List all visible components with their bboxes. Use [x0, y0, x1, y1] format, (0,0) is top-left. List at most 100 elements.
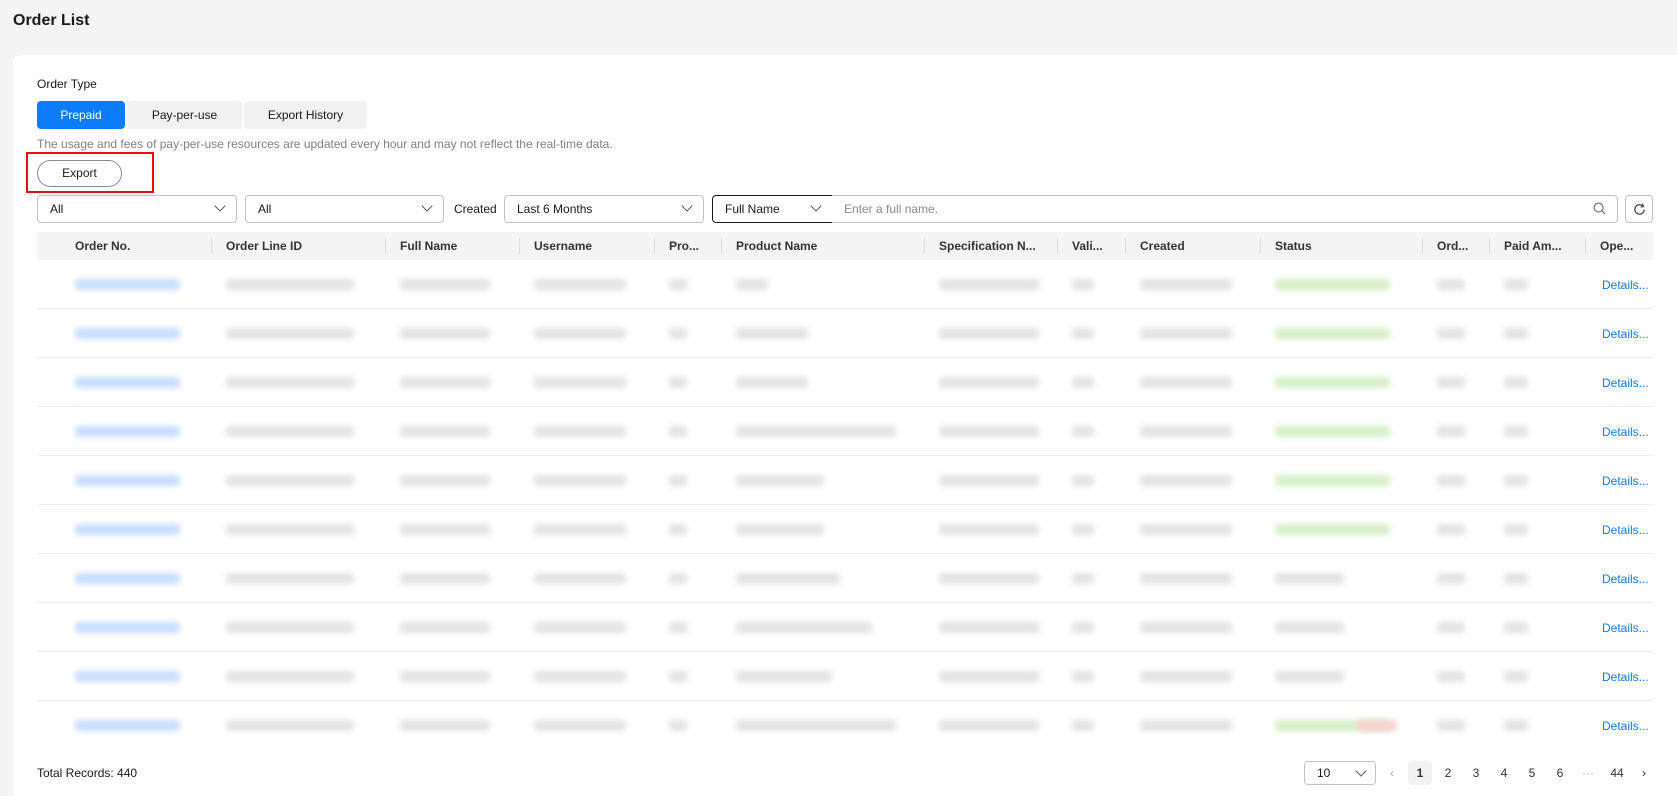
- col-specification[interactable]: Specification N...: [925, 232, 1058, 260]
- details-link[interactable]: Details...: [1602, 474, 1649, 488]
- tab-export-history[interactable]: Export History: [244, 101, 367, 129]
- redacted-cell: [939, 524, 1039, 535]
- page-4[interactable]: 4: [1492, 761, 1516, 785]
- redacted-cell: [939, 377, 1039, 388]
- col-created[interactable]: Created: [1126, 232, 1261, 260]
- redacted-cell: [736, 671, 832, 682]
- redacted-cell: [939, 622, 1039, 633]
- col-validity[interactable]: Vali...: [1058, 232, 1126, 260]
- filter-select-2[interactable]: All: [245, 195, 444, 223]
- page-6[interactable]: 6: [1548, 761, 1572, 785]
- redacted-cell: [1275, 328, 1390, 339]
- page-5[interactable]: 5: [1520, 761, 1544, 785]
- col-product-name[interactable]: Product Name: [722, 232, 925, 260]
- order-no-link[interactable]: [75, 573, 180, 584]
- tab-pay-per-use[interactable]: Pay-per-use: [127, 101, 242, 129]
- redacted-cell: [1072, 426, 1094, 437]
- order-no-link[interactable]: [75, 475, 180, 486]
- filter-select-1-value: All: [50, 202, 64, 216]
- export-button[interactable]: Export: [37, 160, 122, 187]
- col-username[interactable]: Username: [520, 232, 655, 260]
- order-no-link[interactable]: [75, 377, 180, 388]
- page-44[interactable]: 44: [1603, 761, 1631, 785]
- order-no-link[interactable]: [75, 671, 180, 682]
- order-no-link[interactable]: [75, 622, 180, 633]
- redacted-cell: [1072, 328, 1094, 339]
- order-no-link[interactable]: [75, 328, 180, 339]
- redacted-cell: [1437, 720, 1465, 731]
- tab-prepaid[interactable]: Prepaid: [37, 101, 125, 129]
- search-input[interactable]: [832, 195, 1618, 223]
- page-ellipsis[interactable]: ···: [1576, 761, 1600, 785]
- usage-notice: The usage and fees of pay-per-use resour…: [37, 137, 613, 151]
- redacted-cell: [400, 426, 490, 437]
- col-paid-amount[interactable]: Paid Am...: [1490, 232, 1586, 260]
- redacted-cell: [226, 279, 354, 290]
- order-no-link[interactable]: [75, 426, 180, 437]
- redacted-cell: [1140, 622, 1232, 633]
- order-no-link[interactable]: [75, 279, 180, 290]
- redacted-cell: [1140, 573, 1232, 584]
- filter-select-1[interactable]: All: [37, 195, 237, 223]
- col-full-name[interactable]: Full Name: [386, 232, 520, 260]
- redacted-cell: [1140, 475, 1232, 486]
- details-link[interactable]: Details...: [1602, 376, 1649, 390]
- table-row: Details...: [37, 701, 1653, 750]
- redacted-cell: [939, 328, 1039, 339]
- page-2[interactable]: 2: [1436, 761, 1460, 785]
- details-link[interactable]: Details...: [1602, 523, 1649, 537]
- details-link[interactable]: Details...: [1602, 425, 1649, 439]
- col-order-type[interactable]: Ord...: [1423, 232, 1490, 260]
- details-link[interactable]: Details...: [1602, 278, 1649, 292]
- details-link[interactable]: Details...: [1602, 327, 1649, 341]
- table-header: Order No. Order Line ID Full Name Userna…: [37, 232, 1653, 260]
- page-title: Order List: [13, 12, 90, 29]
- redacted-cell: [669, 426, 687, 437]
- redacted-cell: [1140, 720, 1232, 731]
- redacted-cell: [736, 426, 896, 437]
- redacted-cell: [1504, 573, 1528, 584]
- page-1[interactable]: 1: [1408, 761, 1432, 785]
- redacted-cell: [669, 328, 687, 339]
- page-size-select[interactable]: 10: [1304, 761, 1376, 785]
- details-link[interactable]: Details...: [1602, 621, 1649, 635]
- col-order-line-id[interactable]: Order Line ID: [212, 232, 386, 260]
- col-status[interactable]: Status: [1261, 232, 1423, 260]
- search-icon[interactable]: [1593, 202, 1606, 215]
- redacted-cell: [534, 573, 626, 584]
- redacted-cell: [669, 720, 687, 731]
- redacted-cell: [534, 475, 626, 486]
- order-no-link[interactable]: [75, 720, 180, 731]
- details-link[interactable]: Details...: [1602, 670, 1649, 684]
- redacted-cell: [1275, 377, 1390, 388]
- table-row: Details...: [37, 309, 1653, 358]
- table-row: Details...: [37, 652, 1653, 701]
- redacted-cell: [669, 573, 687, 584]
- redacted-cell: [1437, 573, 1465, 584]
- created-range-value: Last 6 Months: [517, 202, 593, 216]
- redacted-cell: [226, 328, 354, 339]
- redacted-cell: [939, 426, 1039, 437]
- redacted-cell: [1275, 622, 1344, 633]
- redacted-cell: [1437, 377, 1465, 388]
- created-range-select[interactable]: Last 6 Months: [504, 195, 704, 223]
- redacted-cell: [1275, 475, 1390, 486]
- prev-page-icon[interactable]: ‹: [1384, 761, 1400, 785]
- page-3[interactable]: 3: [1464, 761, 1488, 785]
- search-field-select[interactable]: Full Name: [712, 195, 833, 223]
- next-page-icon[interactable]: ›: [1636, 761, 1652, 785]
- table-row: Details...: [37, 554, 1653, 603]
- details-link[interactable]: Details...: [1602, 572, 1649, 586]
- search-group: Full Name: [712, 195, 1618, 223]
- col-product-type[interactable]: Pro...: [655, 232, 722, 260]
- redacted-cell: [1437, 524, 1465, 535]
- redacted-cell: [534, 426, 626, 437]
- redacted-cell: [1072, 720, 1094, 731]
- redacted-cell: [1072, 279, 1094, 290]
- redacted-cell: [1504, 475, 1528, 486]
- col-order-no[interactable]: Order No.: [61, 232, 212, 260]
- order-no-link[interactable]: [75, 524, 180, 535]
- details-link[interactable]: Details...: [1602, 719, 1649, 733]
- redacted-cell: [1437, 279, 1465, 290]
- refresh-button[interactable]: [1625, 195, 1653, 223]
